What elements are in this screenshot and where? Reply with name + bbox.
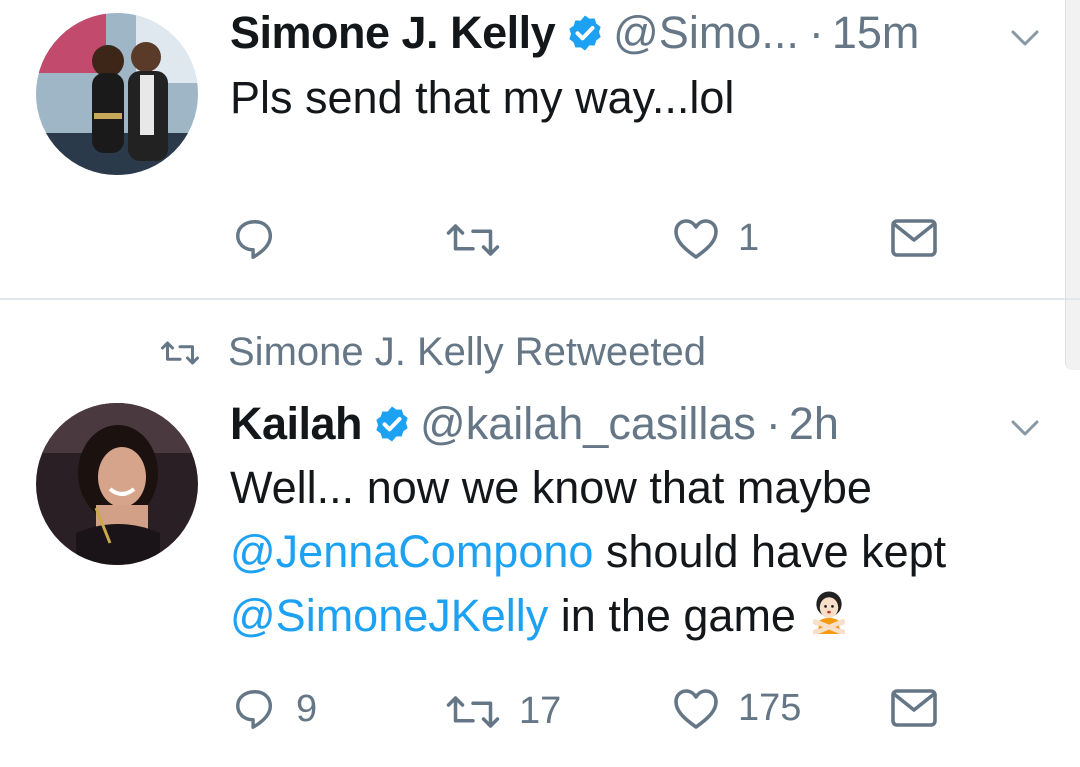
retweet-icon	[446, 224, 500, 256]
tweet-text: Well... now we know that maybe @JennaCom…	[230, 456, 1050, 651]
reply-icon	[236, 690, 273, 729]
author-handle[interactable]: @Simo...	[613, 7, 799, 59]
verified-badge-icon	[565, 13, 605, 53]
direct-message-button[interactable]	[890, 688, 938, 728]
retweet-count: 17	[519, 690, 562, 732]
retweeted-by-label[interactable]: Simone J. Kelly Retweeted	[228, 330, 706, 375]
retweet-header: Simone J. Kelly Retweeted	[160, 330, 706, 375]
avatar[interactable]	[36, 403, 198, 565]
chevron-down-icon[interactable]	[1010, 418, 1040, 438]
like-count: 175	[738, 686, 802, 729]
tweet-text-line: should have kept	[593, 526, 947, 577]
tweet-header: Kailah @kailah_casillas · 2h	[230, 392, 839, 456]
tweet-header: Simone J. Kelly @Simo... · 15m	[230, 1, 919, 65]
author-name[interactable]: Kailah	[230, 398, 363, 450]
reply-icon	[236, 220, 273, 259]
tweet-actions: 9 17 175	[0, 678, 1080, 738]
direct-message-icon	[891, 219, 937, 257]
reply-button[interactable]: 9	[232, 686, 317, 732]
like-icon	[674, 219, 718, 259]
avatar[interactable]	[36, 13, 198, 175]
person-gesturing-no-emoji	[806, 587, 852, 651]
tweet-time[interactable]: 15m	[832, 7, 920, 59]
mention-link[interactable]: @SimoneJKelly	[230, 590, 548, 641]
author-handle[interactable]: @kailah_casillas	[420, 398, 756, 450]
reply-count: 9	[296, 687, 318, 730]
like-button[interactable]: 1	[672, 216, 759, 260]
tweet-time[interactable]: 2h	[789, 398, 839, 450]
like-icon	[674, 689, 718, 729]
tweet-text-line: in the game	[548, 590, 796, 641]
tweet-actions: 1	[0, 206, 1080, 266]
direct-message-button[interactable]	[890, 218, 938, 258]
chevron-down-icon[interactable]	[1010, 28, 1040, 48]
retweet-button[interactable]: 17	[445, 690, 561, 733]
separator-dot: ·	[808, 7, 824, 58]
tweet-text: Pls send that my way...lol	[230, 72, 735, 123]
tweet-text-line: Well... now we know that maybe	[230, 462, 872, 513]
verified-badge-icon	[372, 404, 412, 444]
mention-link[interactable]: @JennaCompono	[230, 526, 593, 577]
author-name[interactable]: Simone J. Kelly	[230, 7, 556, 59]
tweet[interactable]: Simone J. Kelly Retweeted Kailah @kailah…	[0, 300, 1080, 767]
retweet-icon	[446, 695, 500, 728]
like-count: 1	[738, 216, 760, 259]
like-button[interactable]: 175	[672, 686, 801, 730]
retweet-button[interactable]	[445, 222, 519, 258]
separator-dot: ·	[765, 398, 781, 449]
tweet[interactable]: Simone J. Kelly @Simo... · 15m Pls send …	[0, 0, 1080, 300]
retweet-icon	[161, 341, 199, 364]
direct-message-icon	[891, 689, 937, 727]
reply-button[interactable]	[232, 216, 296, 262]
